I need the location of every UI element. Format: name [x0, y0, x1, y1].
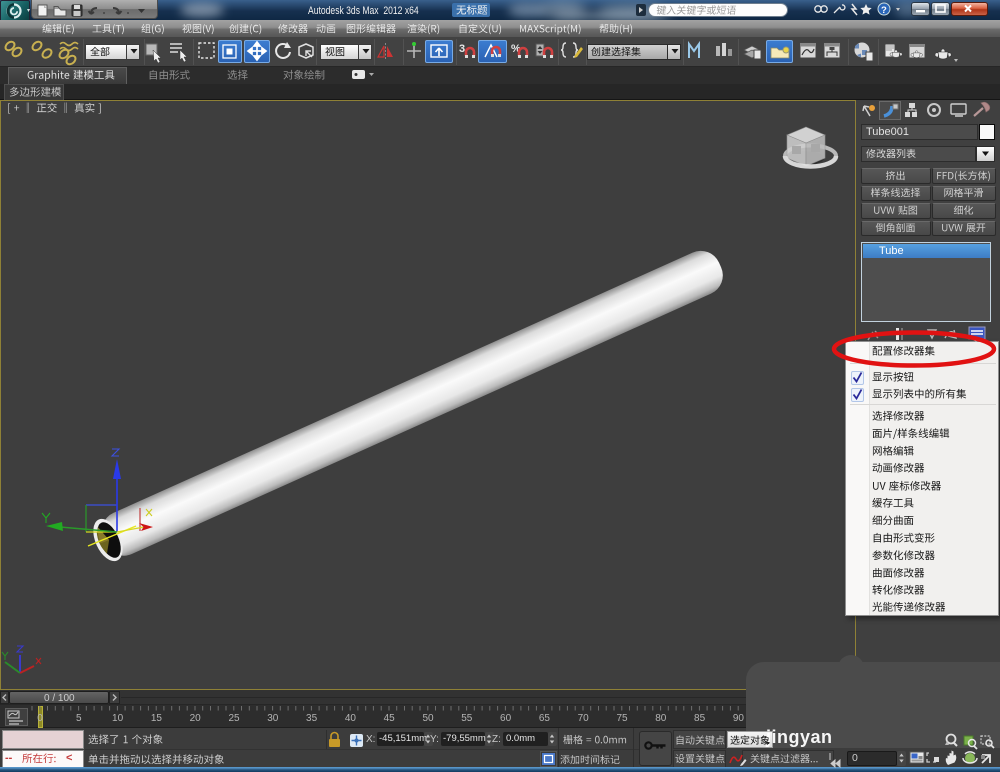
svg-text:?: ?: [881, 5, 887, 16]
svg-text:3: 3: [459, 43, 465, 55]
